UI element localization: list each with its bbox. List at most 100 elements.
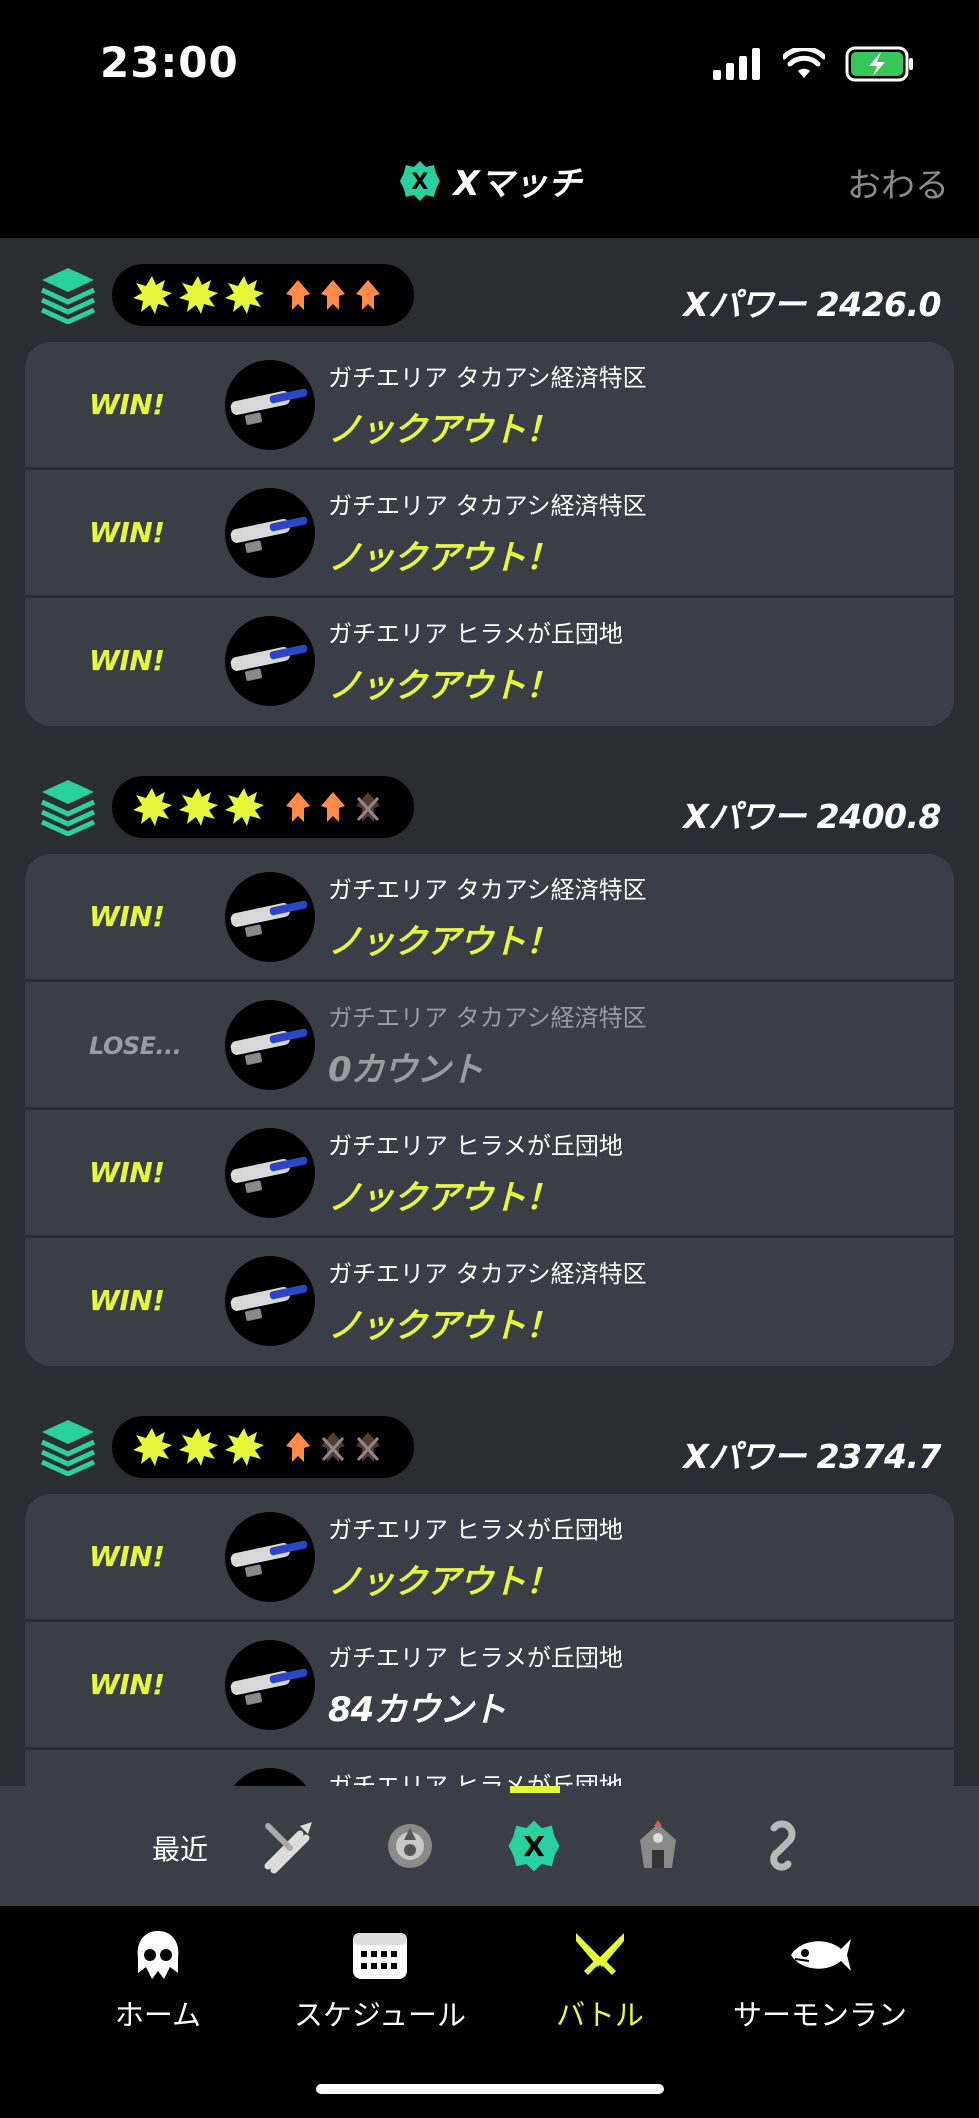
match-row[interactable]: WIN! ガチエリア タカアシ経済特区 ノックアウト！: [25, 854, 954, 982]
x-power-label: Xパワー 2426.0: [683, 285, 941, 324]
win-splat-icon: [133, 788, 172, 826]
x-rank-stack-icon: [40, 1420, 96, 1476]
match-outcome: ノックアウト！: [328, 922, 559, 962]
stage-name: ガチエリア タカアシ経済特区: [328, 364, 647, 392]
x-match-group: Xパワー 2374.7 WIN! ガチエリア ヒラメが丘団地 ノックアウト！ W…: [0, 1390, 979, 1786]
win-loss-progress: [112, 1416, 414, 1478]
selected-mode-indicator: [510, 1786, 560, 1793]
tab-label: スケジュール: [294, 1998, 466, 2032]
squid-life-icon: [286, 1432, 310, 1462]
close-button[interactable]: おわる: [847, 158, 949, 207]
match-outcome: ノックアウト！: [328, 1306, 559, 1346]
x-rank-stack-icon: [40, 780, 96, 836]
weapon-icon: [225, 360, 315, 450]
win-splat-icon: [133, 276, 172, 314]
group-header: Xパワー 2426.0: [0, 238, 979, 342]
win-splat-icon: [225, 276, 264, 314]
match-outcome: ノックアウト！: [328, 1178, 559, 1218]
group-header: Xパワー 2400.8: [0, 750, 979, 854]
bankara-battle-icon[interactable]: [380, 1816, 440, 1876]
salmon-icon: [791, 1939, 851, 1971]
x-match-icon[interactable]: X: [504, 1816, 564, 1876]
x-match-group: Xパワー 2400.8 WIN! ガチエリア タカアシ経済特区 ノックアウト！ …: [0, 750, 979, 1366]
tab-salmon-run[interactable]: サーモンラン: [710, 1924, 930, 2034]
x-power-label: Xパワー 2400.8: [683, 797, 941, 836]
weapon-icon: [225, 1512, 315, 1602]
match-row[interactable]: WIN! ガチエリア ヒラメが丘団地 ノックアウト！: [25, 1494, 954, 1622]
stage-name: ガチエリア ヒラメが丘団地: [328, 1644, 623, 1672]
battery-charging-icon: [845, 46, 913, 82]
tab-home[interactable]: ホーム: [48, 1924, 268, 2034]
group-header: Xパワー 2374.7: [0, 1390, 979, 1494]
status-icons: [713, 46, 915, 82]
match-card: WIN! ガチエリア タカアシ経済特区 ノックアウト！ LOSE... ガチエリ…: [25, 854, 954, 1366]
match-row[interactable]: WIN! ガチエリア ヒラメが丘団地 84カウント: [25, 1622, 954, 1750]
squid-lost-icon: [356, 792, 380, 822]
win-splat-icon: [225, 788, 264, 826]
match-result: WIN!: [89, 1284, 165, 1317]
stage-name: ガチエリア ヒラメが丘団地: [328, 1516, 623, 1544]
match-row[interactable]: WIN! ガチエリア タカアシ経済特区 ノックアウト！: [25, 470, 954, 598]
match-result: WIN!: [89, 1156, 165, 1189]
win-splat-icon: [179, 788, 218, 826]
win-splat-icon: [179, 1428, 218, 1466]
regular-battle-icon[interactable]: [258, 1816, 318, 1876]
match-outcome: ノックアウト！: [328, 1562, 559, 1602]
weapon-icon: [225, 1640, 315, 1730]
match-row[interactable]: WIN! ガチエリア タカアシ経済特区 ノックアウト！: [25, 342, 954, 470]
stage-name: ガチエリア タカアシ経済特区: [328, 876, 647, 904]
status-time: 23:00: [100, 38, 239, 87]
stage-name: ガチエリア ヒラメが丘団地: [328, 620, 623, 648]
weapon-icon: [225, 1000, 315, 1090]
match-row[interactable]: WIN! ガチエリア ヒラメが丘団地 ノックアウト！: [25, 1110, 954, 1238]
weapon-icon: [225, 1768, 315, 1786]
app-header: X Xマッチ おわる: [0, 120, 979, 238]
match-result: WIN!: [89, 516, 165, 549]
match-card: WIN! ガチエリア ヒラメが丘団地 ノックアウト！ WIN! ガチエリア ヒラ…: [25, 1494, 954, 1786]
weapon-icon: [225, 616, 315, 706]
tab-label: サーモンラン: [732, 1998, 907, 2032]
match-result: WIN!: [89, 1540, 165, 1573]
win-loss-progress: [112, 776, 414, 838]
match-row[interactable]: WIN! ガチエリア ヒラメが丘団地 ノックアウト！: [25, 598, 954, 726]
x-match-icon: X: [399, 160, 440, 201]
match-row[interactable]: WIN! ガチエリア タカアシ経済特区 ノックアウト！: [25, 1238, 954, 1366]
match-result: WIN!: [89, 644, 165, 677]
battle-history-list[interactable]: Xパワー 2426.0 WIN! ガチエリア タカアシ経済特区 ノックアウト！ …: [0, 238, 979, 1786]
stage-name: ガチエリア タカアシ経済特区: [328, 1004, 647, 1032]
win-splat-icon: [225, 1428, 264, 1466]
weapon-icon: [225, 1128, 315, 1218]
recent-filter[interactable]: 最近: [152, 1828, 208, 1868]
match-outcome: ノックアウト！: [328, 410, 559, 450]
squid-life-icon: [286, 792, 310, 822]
home-indicator[interactable]: [316, 2084, 664, 2094]
match-card: WIN! ガチエリア タカアシ経済特区 ノックアウト！ WIN! ガチエリア タ…: [25, 342, 954, 726]
match-outcome: 84カウント: [328, 1690, 506, 1730]
mode-filter-bar: 最近 X: [0, 1786, 979, 1906]
match-row[interactable]: LOSE... ガチエリア タカアシ経済特区 0カウント: [25, 982, 954, 1110]
squid-life-icon: [286, 280, 310, 310]
private-match-icon[interactable]: [752, 1816, 812, 1876]
wifi-icon: [783, 48, 825, 78]
tab-battle[interactable]: バトル: [490, 1924, 710, 2034]
win-loss-progress: [112, 264, 414, 326]
stage-name: ガチエリア タカアシ経済特区: [328, 492, 647, 520]
weapon-icon: [225, 872, 315, 962]
tab-label: ホーム: [114, 1998, 202, 2032]
match-result: WIN!: [89, 388, 165, 421]
squid-life-icon: [356, 280, 380, 310]
x-match-group: Xパワー 2426.0 WIN! ガチエリア タカアシ経済特区 ノックアウト！ …: [0, 238, 979, 726]
squid-life-icon: [321, 280, 345, 310]
squid-home-icon: [137, 1931, 179, 1979]
cellular-signal-icon: [713, 48, 760, 80]
squid-lost-icon: [356, 1432, 380, 1462]
header-title-text: Xマッチ: [453, 164, 582, 204]
event-match-icon[interactable]: [628, 1816, 688, 1876]
tab-schedule[interactable]: スケジュール: [270, 1924, 490, 2034]
weapon-icon: [225, 1256, 315, 1346]
stage-name: ガチエリア タカアシ経済特区: [328, 1260, 647, 1288]
match-row[interactable]: ガチエリア ヒラメが丘団地: [25, 1750, 954, 1786]
tab-label: バトル: [556, 1998, 644, 2032]
stage-name: ガチエリア ヒラメが丘団地: [328, 1132, 623, 1160]
svg-text:X: X: [523, 1830, 545, 1863]
